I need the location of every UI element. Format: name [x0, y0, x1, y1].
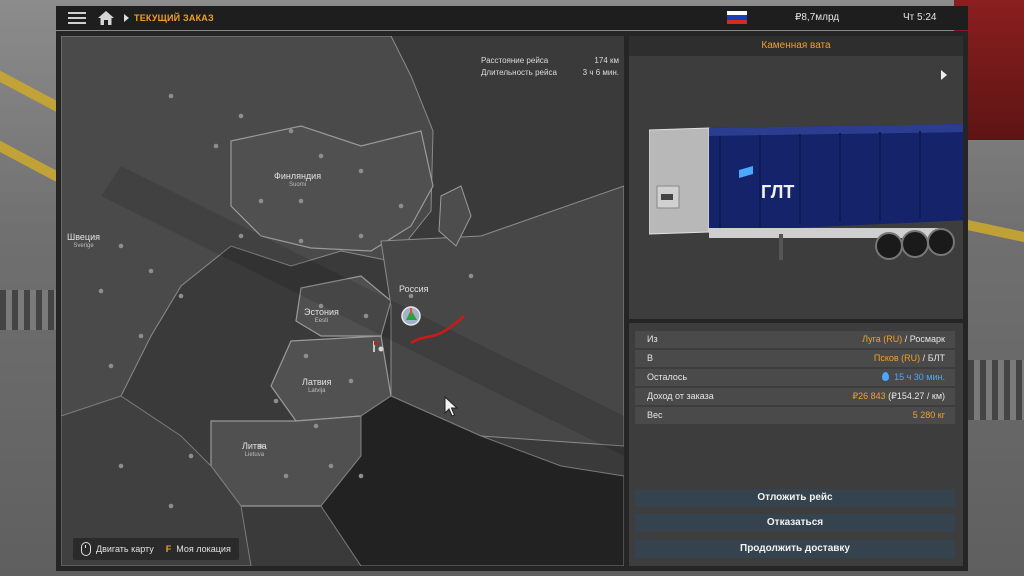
- to-separator: /: [922, 353, 926, 363]
- menu-icon[interactable]: [68, 12, 86, 24]
- to-company: БЛТ: [927, 353, 945, 363]
- from-city: Луга (RU): [862, 334, 903, 344]
- income-label: Доход от заказа: [647, 391, 714, 401]
- distance-label: Расстояние рейса: [481, 56, 549, 65]
- detail-row-weight: Вес 5 280 кг: [635, 407, 955, 424]
- job-details-panel: Из Луга (RU) / Росмарк В Псков (RU) / БЛ…: [629, 323, 963, 566]
- continue-delivery-button[interactable]: Продолжить доставку: [635, 540, 955, 558]
- from-label: Из: [647, 334, 658, 344]
- map-graphic: [61, 36, 624, 566]
- route-stats: Расстояние рейса 174 км Длительность рейс…: [481, 55, 619, 79]
- russia-flag-icon: [727, 11, 747, 24]
- income-rate: (₽154.27 / км): [888, 391, 945, 401]
- time-drop-icon: [882, 372, 890, 381]
- game-clock: Чт 5:24: [903, 12, 937, 23]
- cancel-job-button[interactable]: Отказаться: [635, 514, 955, 532]
- location-key: F: [165, 544, 172, 554]
- duration-label: Длительность рейса: [481, 68, 557, 77]
- page-title: ТЕКУЩИЙ ЗАКАЗ: [134, 13, 214, 23]
- player-balance: ₽8,7млрд: [795, 12, 840, 23]
- country-label-russia: Россия: [399, 284, 429, 294]
- detail-row-to: В Псков (RU) / БЛТ: [635, 350, 955, 367]
- route-map[interactable]: Расстояние рейса 174 км Длительность рейс…: [61, 36, 624, 566]
- remaining-value: 15 ч 30 мин.: [894, 372, 945, 382]
- breadcrumb-chevron-icon: [124, 14, 129, 22]
- detail-row-income: Доход от заказа ₽26 843 (₽154.27 / км): [635, 388, 955, 405]
- cargo-preview-panel: Каменная вата ГЛТ: [629, 36, 963, 319]
- truck-position-icon: [401, 306, 421, 326]
- remaining-label: Осталось: [647, 372, 688, 382]
- home-icon[interactable]: [98, 11, 114, 25]
- detail-row-from: Из Луга (RU) / Росмарк: [635, 331, 955, 348]
- current-job-window: Расстояние рейса 174 км Длительность рейс…: [56, 31, 968, 571]
- to-label: В: [647, 353, 654, 363]
- trailer-image: ГЛТ: [649, 124, 963, 260]
- my-location-button[interactable]: Моя локация: [176, 544, 231, 554]
- country-label-latvia: Латвия Latvija: [302, 377, 332, 395]
- detail-row-remaining: Осталось 15 ч 30 мин.: [635, 369, 955, 386]
- country-label-sweden: Швеция Sverige: [67, 232, 100, 250]
- country-label-finland: Финляндия Suomi: [274, 171, 322, 189]
- from-company: Росмарк: [909, 334, 945, 344]
- from-separator: /: [904, 334, 908, 344]
- to-city: Псков (RU): [873, 353, 921, 363]
- distance-value: 174 км: [594, 56, 619, 65]
- trailer-brand-text: ГЛТ: [761, 182, 794, 202]
- map-controls-hint: Двигать карту F Моя локация: [73, 538, 239, 560]
- postpone-job-button[interactable]: Отложить рейс: [635, 489, 955, 507]
- top-bar: ТЕКУЩИЙ ЗАКАЗ ₽8,7млрд Чт 5:24: [56, 6, 968, 30]
- move-map-label: Двигать карту: [96, 544, 154, 554]
- mouse-icon: [81, 542, 91, 556]
- country-label-lithuania: Литва Lietuva: [242, 441, 267, 459]
- cargo-name: Каменная вата: [629, 36, 963, 56]
- income-value: ₽26 843: [852, 391, 886, 401]
- country-label-estonia: Эстония Eesti: [304, 307, 339, 325]
- weight-value: 5 280 кг: [912, 410, 945, 420]
- next-view-arrow-icon[interactable]: [941, 70, 947, 80]
- duration-value: 3 ч 6 мин.: [582, 68, 619, 77]
- mouse-cursor-icon: [444, 396, 458, 417]
- weight-label: Вес: [647, 410, 663, 420]
